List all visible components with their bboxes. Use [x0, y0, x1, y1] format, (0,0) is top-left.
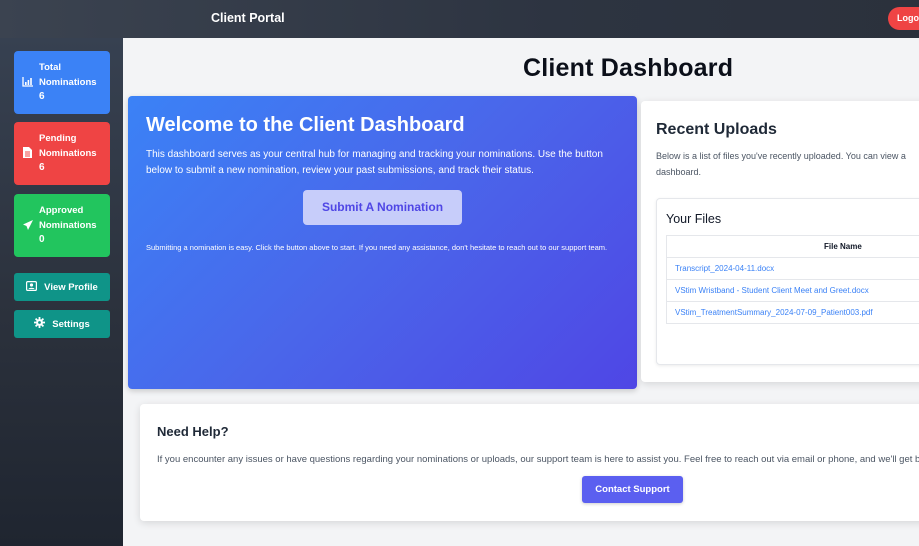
brand-title[interactable]: Client Portal	[211, 11, 285, 25]
card-title-line1: Approved	[39, 205, 84, 216]
need-help-heading: Need Help?	[157, 424, 229, 439]
submit-nomination-button[interactable]: Submit A Nomination	[303, 190, 462, 225]
welcome-heading: Welcome to the Client Dashboard	[146, 114, 465, 136]
card-value: 6	[39, 162, 45, 173]
card-title-line1: Pending	[39, 133, 77, 144]
file-link[interactable]: VStim_TreatmentSummary_2024-07-09_Patien…	[666, 301, 919, 324]
document-icon	[22, 147, 33, 158]
view-profile-label: View Profile	[44, 281, 98, 293]
need-help-panel: Need Help? If you encounter any issues o…	[140, 404, 919, 521]
description-line: Below is a list of files you've recently…	[656, 151, 906, 161]
file-name-column-header: File Name	[666, 235, 919, 258]
settings-label: Settings	[52, 318, 90, 330]
recent-uploads-heading: Recent Uploads	[656, 121, 777, 138]
card-title-line2: Nominations	[39, 76, 97, 88]
page-title: Client Dashboard	[523, 54, 734, 82]
card-value: 6	[39, 91, 45, 102]
total-nominations-card[interactable]: Total Nominations 6	[14, 51, 110, 114]
your-files-heading: Your Files	[666, 212, 722, 226]
welcome-note: Submitting a nomination is easy. Click t…	[146, 243, 608, 252]
pending-nominations-card[interactable]: Pending Nominations 6	[14, 122, 110, 185]
logout-button[interactable]: Logout	[888, 7, 919, 30]
settings-button[interactable]: Settings	[14, 310, 110, 338]
welcome-description: This dashboard serves as your central hu…	[146, 149, 603, 176]
contact-support-button[interactable]: Contact Support	[582, 476, 683, 503]
table-row: VStim Wristband - Student Client Meet an…	[666, 279, 919, 302]
welcome-panel: Welcome to the Client Dashboard This das…	[128, 96, 637, 389]
approved-nominations-card[interactable]: Approved Nominations 0	[14, 194, 110, 257]
table-row: VStim_TreatmentSummary_2024-07-09_Patien…	[666, 301, 919, 324]
card-title-line1: Total	[39, 62, 61, 73]
table-row: Transcript_2024-04-11.docx	[666, 257, 919, 280]
description-line: dashboard.	[656, 166, 702, 177]
id-card-icon	[26, 280, 38, 294]
top-navbar: Client Portal Logout	[0, 0, 919, 38]
file-link[interactable]: Transcript_2024-04-11.docx	[666, 257, 919, 280]
view-profile-button[interactable]: View Profile	[14, 273, 110, 301]
recent-uploads-panel: Recent Uploads Below is a list of files …	[641, 101, 919, 454]
paper-plane-icon	[22, 219, 33, 230]
card-title-line2: Nominations	[39, 219, 97, 231]
your-files-card: Your Files File Name Transcript_2024-04-…	[656, 198, 919, 454]
card-value: 0	[39, 234, 45, 245]
table-header-row: File Name	[666, 235, 919, 258]
files-table: File Name Transcript_2024-04-11.docx VSt…	[666, 235, 919, 324]
need-help-text: If you encounter any issues or have ques…	[157, 454, 919, 465]
gear-icon	[34, 317, 46, 331]
recent-uploads-description: Below is a list of files you've recently…	[656, 149, 919, 180]
card-title-line2: Nominations	[39, 147, 97, 159]
bar-chart-icon	[22, 76, 33, 87]
file-link[interactable]: VStim Wristband - Student Client Meet an…	[666, 279, 919, 302]
sidebar: Total Nominations 6 Pending Nominations …	[0, 38, 123, 546]
